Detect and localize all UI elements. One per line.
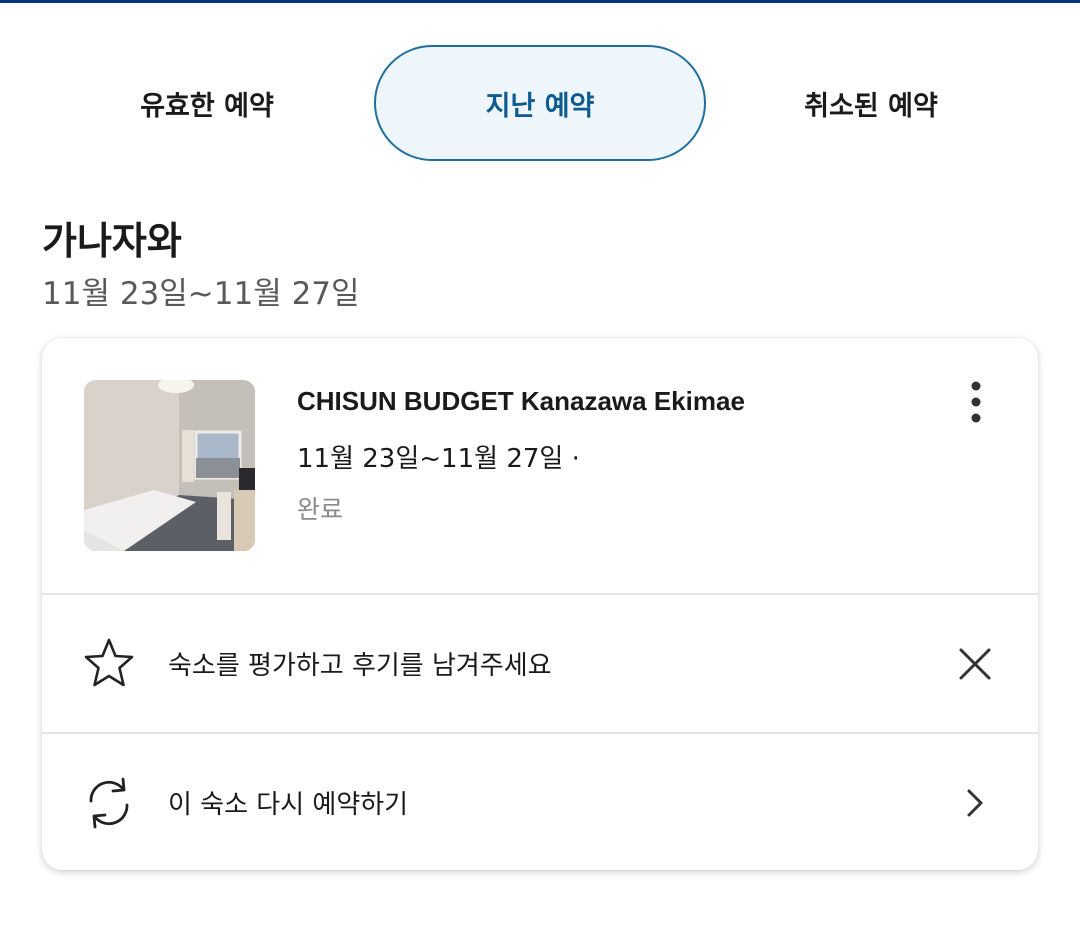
booking-status: 완료	[297, 495, 344, 524]
review-prompt-label: 숙소를 평가하고 후기를 남겨주세요	[168, 651, 552, 681]
hotel-room-photo	[84, 380, 255, 551]
star-icon	[80, 635, 138, 693]
rebook-chevron[interactable]	[952, 780, 998, 826]
rebook-row[interactable]: 이 숙소 다시 예약하기	[42, 734, 1038, 870]
booking-tabs: 유효한 예약 지난 예약 취소된 예약	[0, 45, 1080, 161]
tab-cancelled-bookings[interactable]: 취소된 예약	[706, 45, 1036, 161]
hotel-thumbnail[interactable]	[84, 380, 255, 551]
more-vertical-icon	[971, 381, 981, 423]
tab-label: 취소된 예약	[804, 90, 938, 122]
tab-active-bookings[interactable]: 유효한 예약	[42, 45, 372, 161]
rebook-label: 이 숙소 다시 예약하기	[168, 790, 409, 820]
destination-dates: 11월 23일~11월 27일	[42, 276, 360, 312]
top-accent-bar	[0, 0, 1080, 3]
close-icon	[959, 648, 991, 680]
tab-label: 유효한 예약	[140, 90, 274, 122]
booking-dates: 11월 23일~11월 27일 ·	[297, 444, 580, 474]
chevron-right-icon	[967, 789, 983, 817]
refresh-icon	[80, 774, 138, 832]
booking-card: CHISUN BUDGET Kanazawa Ekimae 11월 23일~11…	[42, 338, 1038, 870]
destination-title: 가나자와	[42, 219, 182, 263]
hotel-name[interactable]: CHISUN BUDGET Kanazawa Ekimae	[297, 386, 745, 417]
tab-past-bookings[interactable]: 지난 예약	[374, 45, 706, 161]
tab-label: 지난 예약	[485, 90, 595, 122]
review-prompt-row[interactable]: 숙소를 평가하고 후기를 남겨주세요	[42, 595, 1038, 731]
dismiss-review-button[interactable]	[952, 641, 998, 687]
more-options-button[interactable]	[954, 376, 998, 428]
